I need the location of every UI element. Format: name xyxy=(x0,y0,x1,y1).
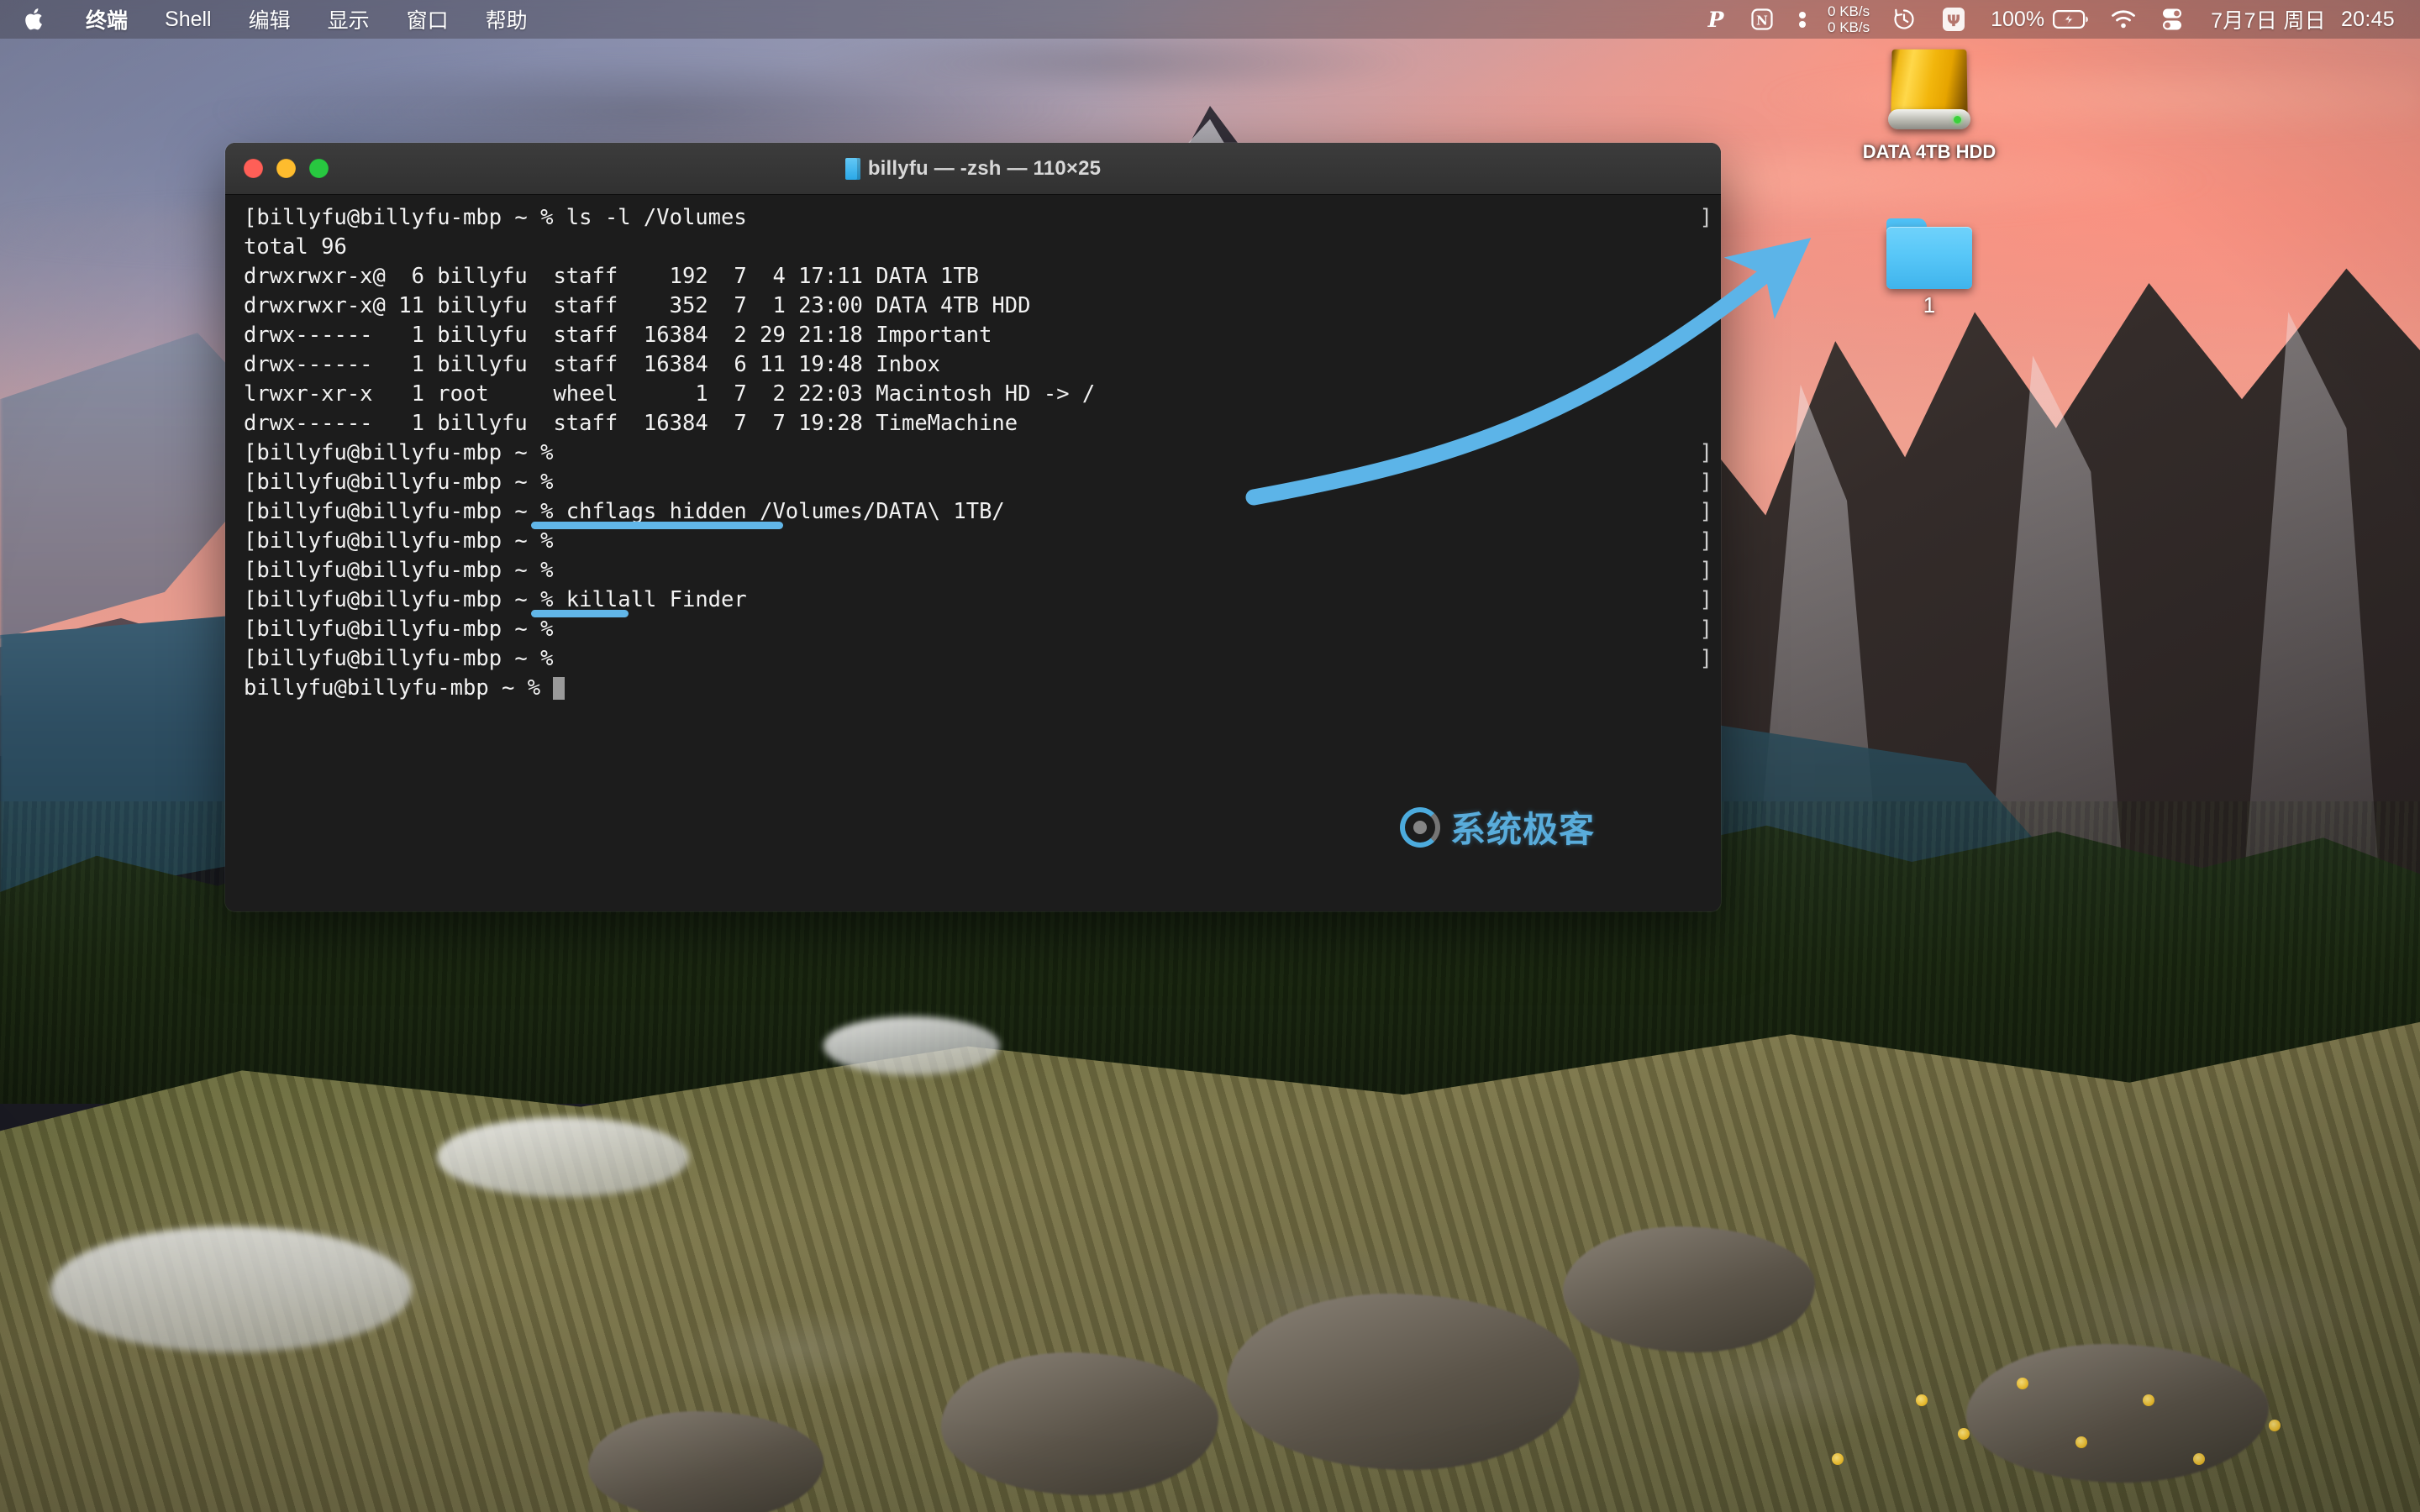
menu-item-window[interactable]: 窗口 xyxy=(388,0,467,39)
network-upload-speed: 0 KB/s xyxy=(1828,3,1870,19)
terminal-line-text: [billyfu@billyfu-mbp ~ % xyxy=(244,470,566,495)
terminal-title-group: billyfu — -zsh — 110×25 xyxy=(225,143,1721,194)
input-method-icon[interactable]: Ψ xyxy=(1928,0,1979,39)
menu-item-help[interactable]: 帮助 xyxy=(467,0,546,39)
terminal-line-wrap-bracket: ] xyxy=(1699,528,1712,554)
terminal-line: [billyfu@billyfu-mbp ~ % ls -l /Volumes] xyxy=(225,203,1721,233)
watermark: 系统极客 xyxy=(1399,801,1595,853)
desktop-icon-data-4tb-hdd[interactable]: DATA 4TB HDD xyxy=(1845,44,2013,163)
terminal-line: [billyfu@billyfu-mbp ~ % ] xyxy=(225,615,1721,644)
window-controls xyxy=(225,159,329,178)
menu-item-edit[interactable]: 编辑 xyxy=(230,0,309,39)
terminal-line: [billyfu@billyfu-mbp ~ % killall Finder] xyxy=(225,585,1721,615)
svg-text:Ψ: Ψ xyxy=(1947,12,1960,30)
terminal-line-text: [billyfu@billyfu-mbp ~ % xyxy=(244,558,566,583)
terminal-line-wrap-bracket: ] xyxy=(1699,440,1712,465)
menu-overflow-icon[interactable] xyxy=(1786,0,1819,39)
terminal-app-icon xyxy=(844,157,860,180)
terminal-line-wrap-bracket: ] xyxy=(1699,499,1712,524)
terminal-line: lrwxr-xr-x 1 root wheel 1 7 2 22:03 Maci… xyxy=(225,380,1721,409)
desktop-icon-label: DATA 4TB HDD xyxy=(1862,141,1996,162)
terminal-line-text: [billyfu@billyfu-mbp ~ % killall Finder xyxy=(244,587,747,612)
svg-text:P: P xyxy=(1707,8,1725,32)
terminal-line: drwx------ 1 billyfu staff 16384 2 29 21… xyxy=(225,321,1721,350)
menu-bar-status-area: P N 0 KB/s 0 KB/s Ψ 100% 7月7日 周日 20:45 xyxy=(1693,0,2420,39)
chflags-command-underline xyxy=(531,522,783,529)
wifi-icon[interactable] xyxy=(2098,0,2149,39)
terminal-line-text: billyfu@billyfu-mbp ~ % xyxy=(244,675,554,701)
menu-bar-left: 终端 Shell 编辑 显示 窗口 帮助 xyxy=(0,0,546,39)
terminal-line-text: [billyfu@billyfu-mbp ~ % xyxy=(244,440,566,465)
killall-command-underline xyxy=(531,610,629,617)
terminal-line-text: total 96 xyxy=(244,234,347,260)
terminal-line: [billyfu@billyfu-mbp ~ % chflags hidden … xyxy=(225,497,1721,527)
terminal-line: drwxrwxr-x@ 11 billyfu staff 352 7 1 23:… xyxy=(225,291,1721,321)
notion-app-icon[interactable]: N xyxy=(1739,0,1786,39)
paste-app-icon[interactable]: P xyxy=(1693,0,1739,39)
terminal-line-wrap-bracket: ] xyxy=(1699,558,1712,583)
terminal-line-wrap-bracket: ] xyxy=(1699,587,1712,612)
terminal-line-text: [billyfu@billyfu-mbp ~ % chflags hidden … xyxy=(244,499,1005,524)
time-machine-icon[interactable] xyxy=(1880,0,1928,39)
terminal-line: [billyfu@billyfu-mbp ~ % ] xyxy=(225,527,1721,556)
menu-bar-date[interactable]: 7月7日 周日 xyxy=(2196,4,2333,34)
desktop-icon-label: 1 xyxy=(1923,292,1936,318)
zoom-button[interactable] xyxy=(309,159,329,178)
terminal-line: [billyfu@billyfu-mbp ~ % ] xyxy=(225,556,1721,585)
close-button[interactable] xyxy=(244,159,263,178)
battery-charging-icon[interactable] xyxy=(2049,0,2098,39)
terminal-line: drwx------ 1 billyfu staff 16384 6 11 19… xyxy=(225,350,1721,380)
sysgeek-logo-icon xyxy=(1399,806,1440,848)
network-speed-indicator[interactable]: 0 KB/s 0 KB/s xyxy=(1819,3,1880,35)
terminal-line-text: drwx------ 1 billyfu staff 16384 6 11 19… xyxy=(244,352,941,377)
minimize-button[interactable] xyxy=(276,159,296,178)
hdd-body xyxy=(1891,49,1968,115)
terminal-line-wrap-bracket: ] xyxy=(1699,646,1712,671)
terminal-line-text: drwxrwxr-x@ 11 billyfu staff 352 7 1 23:… xyxy=(244,293,1031,318)
menu-bar: 终端 Shell 编辑 显示 窗口 帮助 P N 0 KB/s 0 KB/s Ψ… xyxy=(0,0,2420,39)
network-download-speed: 0 KB/s xyxy=(1828,19,1870,35)
terminal-titlebar[interactable]: billyfu — -zsh — 110×25 xyxy=(225,143,1721,195)
menu-bar-clock[interactable]: 20:45 xyxy=(2333,8,2402,32)
terminal-line: drwx------ 1 billyfu staff 16384 7 7 19:… xyxy=(225,409,1721,438)
terminal-line: [billyfu@billyfu-mbp ~ % ] xyxy=(225,468,1721,497)
terminal-line-wrap-bracket: ] xyxy=(1699,470,1712,495)
folder-icon xyxy=(1886,218,1972,289)
svg-text:N: N xyxy=(1756,13,1768,29)
control-center-icon[interactable] xyxy=(2149,0,2196,39)
terminal-line-text: drwx------ 1 billyfu staff 16384 7 7 19:… xyxy=(244,411,1018,436)
terminal-line-text: drwxrwxr-x@ 6 billyfu staff 192 7 4 17:1… xyxy=(244,264,980,289)
external-hard-drive-icon xyxy=(1883,44,1975,136)
hdd-led-icon xyxy=(1954,116,1961,123)
terminal-content[interactable]: [billyfu@billyfu-mbp ~ % ls -l /Volumes]… xyxy=(225,195,1721,911)
terminal-cursor xyxy=(553,677,566,700)
watermark-text: 系统极客 xyxy=(1449,809,1595,850)
terminal-line-text: drwx------ 1 billyfu staff 16384 2 29 21… xyxy=(244,323,992,348)
terminal-line-text: [billyfu@billyfu-mbp ~ % xyxy=(244,617,566,642)
menu-item-view[interactable]: 显示 xyxy=(309,0,388,39)
terminal-line-text: [billyfu@billyfu-mbp ~ % xyxy=(244,646,566,671)
hdd-front-bezel xyxy=(1888,109,1970,129)
menu-item-shell[interactable]: Shell xyxy=(146,0,230,39)
terminal-line: drwxrwxr-x@ 6 billyfu staff 192 7 4 17:1… xyxy=(225,262,1721,291)
terminal-line-wrap-bracket: ] xyxy=(1699,205,1712,230)
terminal-window[interactable]: billyfu — -zsh — 110×25 [billyfu@billyfu… xyxy=(225,143,1721,911)
terminal-line-wrap-bracket: ] xyxy=(1699,617,1712,642)
terminal-line-text: [billyfu@billyfu-mbp ~ % ls -l /Volumes xyxy=(244,205,747,230)
terminal-title: billyfu — -zsh — 110×25 xyxy=(867,156,1102,180)
battery-percent-label[interactable]: 100% xyxy=(1979,0,2049,39)
terminal-line: [billyfu@billyfu-mbp ~ % ] xyxy=(225,644,1721,674)
desktop-icon-folder-1[interactable]: 1 xyxy=(1845,218,2013,316)
terminal-output: [billyfu@billyfu-mbp ~ % ls -l /Volumes]… xyxy=(225,203,1721,703)
terminal-line: [billyfu@billyfu-mbp ~ % ] xyxy=(225,438,1721,468)
terminal-line-text: lrwxr-xr-x 1 root wheel 1 7 2 22:03 Maci… xyxy=(244,381,1096,407)
folder-body xyxy=(1886,227,1972,289)
menu-item-terminal[interactable]: 终端 xyxy=(67,0,146,39)
terminal-line: total 96 xyxy=(225,233,1721,262)
terminal-line-text: [billyfu@billyfu-mbp ~ % xyxy=(244,528,566,554)
apple-menu-button[interactable] xyxy=(0,0,67,39)
terminal-line: billyfu@billyfu-mbp ~ % xyxy=(225,674,1721,703)
apple-logo-icon xyxy=(25,8,42,30)
